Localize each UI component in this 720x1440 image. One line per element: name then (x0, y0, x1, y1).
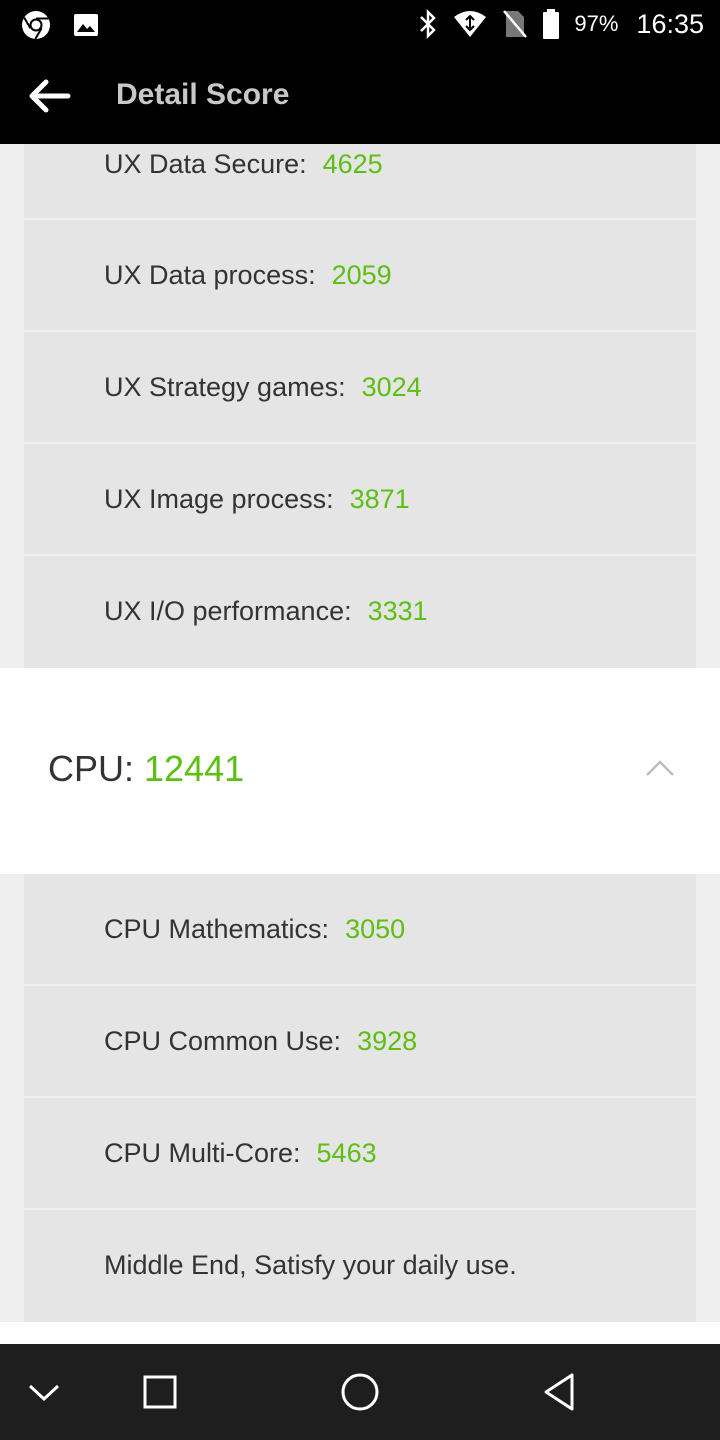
chevron-down-icon[interactable] (22, 1372, 66, 1412)
recents-icon[interactable] (138, 1372, 182, 1412)
item-label: UX I/O performance: (104, 595, 352, 626)
item-score: 3050 (345, 913, 406, 944)
item-label: UX Strategy games: (104, 371, 346, 402)
back-triangle-icon[interactable] (538, 1372, 582, 1412)
item-label: CPU Common Use: (104, 1025, 342, 1056)
bluetooth-icon (420, 9, 437, 39)
status-right: 97% 16:35 (418, 0, 704, 48)
app-bar: Detail Score (0, 48, 720, 144)
no-sim-icon (503, 10, 528, 38)
back-arrow-icon[interactable] (28, 78, 72, 114)
section-label: CPU: (48, 748, 135, 789)
section-score: 12441 (144, 748, 245, 789)
item-score: 5463 (316, 1137, 377, 1168)
item-label: UX Data process: (104, 259, 316, 290)
list-item: UX I/O performance: 3331 (24, 556, 696, 668)
ux-sub-list: UX Data Secure: 4625 UX Data process: 20… (24, 144, 696, 668)
battery-percent: 97% (574, 11, 619, 36)
gallery-icon (74, 14, 98, 36)
battery-icon (543, 9, 560, 39)
list-item: UX Data process: 2059 (24, 220, 696, 332)
list-item: CPU Mathematics: 3050 (24, 874, 696, 986)
navigation-bar (0, 1344, 720, 1440)
cpu-sub-list: CPU Mathematics: 3050 CPU Common Use: 39… (24, 874, 696, 1322)
item-label: CPU Mathematics: (104, 913, 330, 944)
status-left (20, 9, 100, 41)
list-item: CPU Common Use: 3928 (24, 986, 696, 1098)
chrome-icon (22, 11, 50, 40)
home-icon[interactable] (338, 1372, 382, 1412)
item-score: 3871 (349, 483, 410, 514)
status-bar: 97% 16:35 (0, 0, 720, 48)
item-label: UX Image process: (104, 483, 334, 514)
chevron-up-icon[interactable] (644, 758, 676, 778)
score-list[interactable]: UX Data Secure: 4625 UX Data process: 20… (0, 144, 720, 1344)
item-score: 4625 (322, 148, 383, 179)
item-score: 3928 (357, 1025, 418, 1056)
list-item: UX Image process: 3871 (24, 444, 696, 556)
wifi-icon (454, 11, 487, 37)
item-score: 3331 (367, 595, 428, 626)
item-score: 3024 (361, 371, 422, 402)
clock: 16:35 (636, 8, 704, 39)
page-title: Detail Score (116, 78, 290, 111)
list-item: UX Strategy games: 3024 (24, 332, 696, 444)
cpu-summary: Middle End, Satisfy your daily use. (104, 1249, 517, 1280)
list-item: Middle End, Satisfy your daily use. (24, 1210, 696, 1322)
cpu-section-header[interactable]: CPU: 12441 (0, 668, 720, 874)
list-item: UX Data Secure: 4625 (24, 144, 696, 220)
item-label: CPU Multi-Core: (104, 1137, 301, 1168)
item-label: UX Data Secure: (104, 148, 307, 179)
list-item: CPU Multi-Core: 5463 (24, 1098, 696, 1210)
cpu-section-title: CPU: 12441 (48, 748, 244, 790)
item-score: 2059 (331, 259, 392, 290)
